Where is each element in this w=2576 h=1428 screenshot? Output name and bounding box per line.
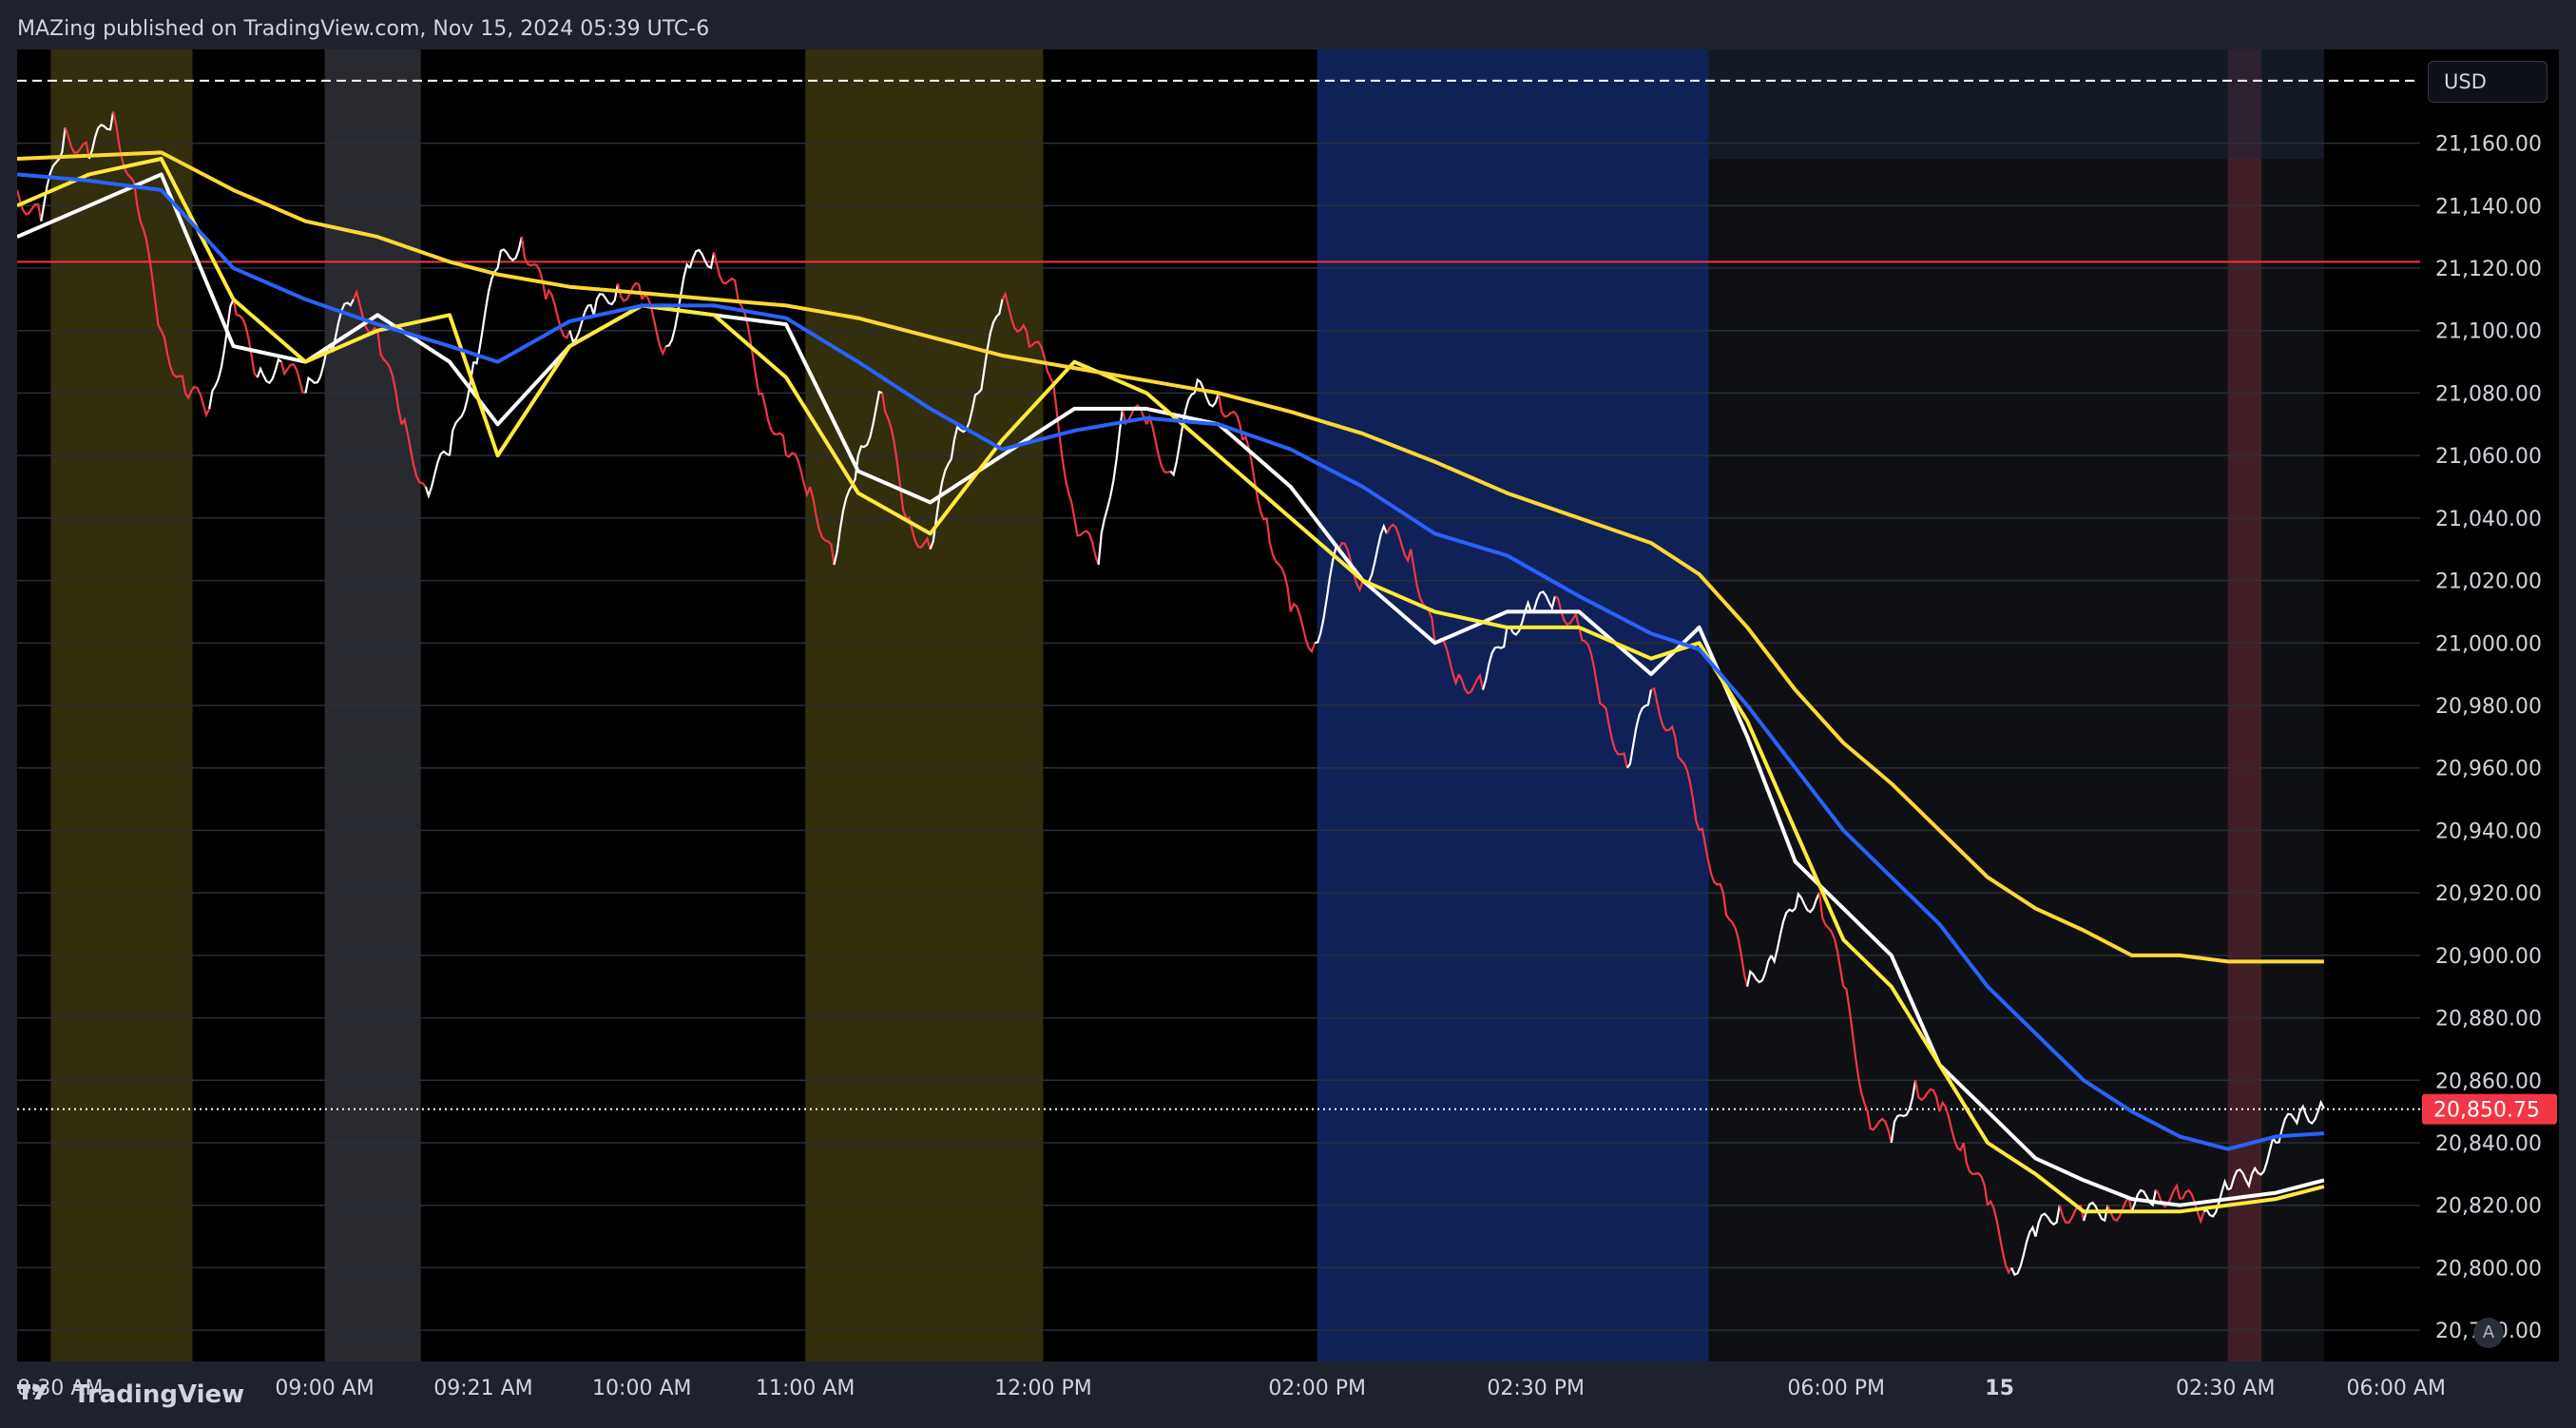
price-segment-46	[1097, 408, 1124, 566]
price-tick-label-18: 20,800.00	[2435, 1257, 2542, 1281]
price-tick-label-8: 21,000.00	[2435, 632, 2542, 656]
price-tick-label-9: 20,980.00	[2435, 695, 2542, 719]
time-axis[interactable]: 8:30 AM 09:00 AM 09:21 AM 10:00 AM 11:00 AM 1…	[17, 1361, 2559, 1411]
price-tick-label-16: 20,840.00	[2435, 1132, 2542, 1156]
price-tick-label-5: 21,060.00	[2435, 445, 2542, 469]
time-tick-label-10: 02:30 AM	[2176, 1377, 2275, 1400]
pre-market-band	[1708, 49, 2324, 159]
price-tick-label-3: 21,100.00	[2435, 320, 2542, 344]
brand[interactable]: TradingView	[17, 1379, 244, 1411]
price-segment-12	[280, 361, 306, 395]
tradingview-logo-icon	[17, 1380, 55, 1412]
price-segment-48	[1145, 414, 1171, 474]
time-tick-label-8: 06:00 PM	[1787, 1377, 1885, 1400]
price-tick-label-6: 21,040.00	[2435, 508, 2542, 531]
time-tick-label-9: 15	[1985, 1377, 2014, 1400]
price-segment-32	[760, 393, 788, 456]
time-tick-label-7: 02:30 PM	[1487, 1377, 1585, 1400]
price-tick-label-4: 21,080.00	[2435, 382, 2542, 406]
price-tick-label-12: 20,920.00	[2435, 882, 2542, 906]
price-segment-54	[1289, 602, 1317, 654]
current-price-label: 20,850.75	[2433, 1099, 2540, 1123]
price-tick-label-17: 20,820.00	[2435, 1195, 2542, 1219]
price-segment-21	[496, 236, 523, 269]
time-tick-label-2: 09:21 AM	[433, 1377, 532, 1400]
price-segment-53	[1265, 517, 1292, 612]
price-tick-label-0: 21,160.00	[2435, 133, 2542, 157]
price-tick-label-1: 21,140.00	[2435, 195, 2542, 219]
time-tick-label-1: 09:00 AM	[275, 1377, 374, 1400]
price-segment-11	[256, 357, 282, 385]
time-tick-label-11: 06:00 AM	[2347, 1377, 2446, 1400]
price-tick-label-2: 21,120.00	[2435, 258, 2542, 281]
price-tick-label-15: 20,860.00	[2435, 1070, 2542, 1093]
price-segment-44	[1049, 376, 1076, 519]
time-tick-label-5: 12:00 PM	[994, 1377, 1092, 1400]
price-tick-label-11: 20,940.00	[2435, 820, 2542, 843]
currency-button[interactable]: USD	[2428, 61, 2547, 103]
price-segment-29	[688, 248, 716, 270]
publisher-caption: MAZing published on TradingView.com, Nov…	[17, 17, 710, 41]
time-tick-label-4: 11:00 AM	[756, 1377, 855, 1400]
price-tick-label-7: 21,020.00	[2435, 570, 2542, 594]
price-axis[interactable]: 21,160.00 21,140.00 21,120.00 21,100.00 21,0…	[2420, 49, 2559, 1361]
price-tick-label-13: 20,900.00	[2435, 945, 2542, 969]
price-segment-20	[472, 267, 499, 365]
price-segment-30	[713, 252, 740, 300]
price-tick-label-14: 20,880.00	[2435, 1008, 2542, 1032]
price-segment-18	[424, 450, 451, 499]
time-tick-label-3: 10:00 AM	[592, 1377, 691, 1400]
auto-scale-button[interactable]: A	[2473, 1318, 2504, 1348]
chart-pane[interactable]	[17, 49, 2420, 1361]
price-plot[interactable]	[17, 49, 2420, 1361]
time-tick-label-6: 02:00 PM	[1268, 1377, 1366, 1400]
price-segment-45	[1073, 517, 1100, 566]
price-tick-label-10: 20,960.00	[2435, 758, 2542, 782]
brand-name: TradingView	[73, 1380, 245, 1409]
